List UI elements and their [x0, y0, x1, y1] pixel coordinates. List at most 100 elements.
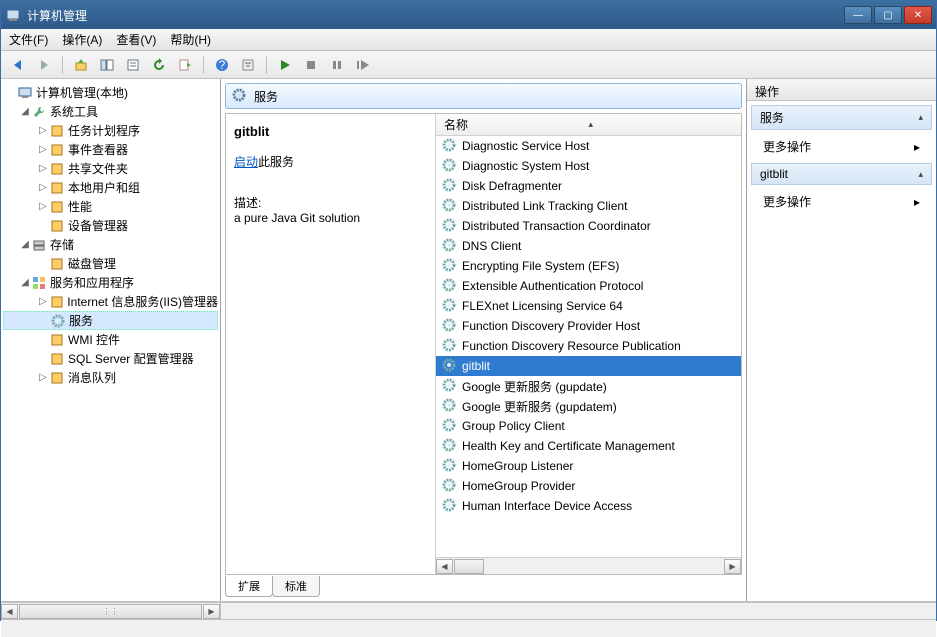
- scroll-left-button[interactable]: ◀: [436, 559, 453, 574]
- item-icon: [49, 218, 65, 234]
- scroll-right-button[interactable]: ▶: [724, 559, 741, 574]
- service-row[interactable]: DNS Client: [436, 236, 741, 256]
- service-row[interactable]: Diagnostic System Host: [436, 156, 741, 176]
- filter-button[interactable]: [237, 54, 259, 76]
- scroll-right-button[interactable]: ▶: [203, 604, 220, 619]
- service-start-button[interactable]: [274, 54, 296, 76]
- nav-forward-button[interactable]: [33, 54, 55, 76]
- service-row[interactable]: Disk Defragmenter: [436, 176, 741, 196]
- horizontal-scrollbar[interactable]: ◀ ▶: [436, 557, 741, 574]
- item-icon: [49, 332, 65, 348]
- service-row[interactable]: Distributed Link Tracking Client: [436, 196, 741, 216]
- service-row[interactable]: Function Discovery Resource Publication: [436, 336, 741, 356]
- chevron-right-icon: ▸: [914, 140, 920, 154]
- tree-item[interactable]: ▷共享文件夹: [3, 159, 218, 178]
- help-button[interactable]: ?: [211, 54, 233, 76]
- tree-item[interactable]: WMI 控件: [3, 330, 218, 349]
- service-row[interactable]: HomeGroup Listener: [436, 456, 741, 476]
- bottom-scroll-strip: ◀ ⋮⋮ ▶: [1, 602, 936, 619]
- toolbar: ?: [1, 51, 936, 79]
- service-row[interactable]: HomeGroup Provider: [436, 476, 741, 496]
- detail-panel: gitblit 启动此服务 描述: a pure Java Git soluti…: [226, 114, 436, 574]
- menu-file[interactable]: 文件(F): [9, 31, 48, 48]
- menu-help[interactable]: 帮助(H): [170, 31, 211, 48]
- item-icon: [49, 180, 65, 196]
- tree-horizontal-scrollbar[interactable]: ◀ ⋮⋮ ▶: [1, 603, 221, 619]
- tab-standard[interactable]: 标准: [272, 576, 320, 597]
- service-row[interactable]: Encrypting File System (EFS): [436, 256, 741, 276]
- actions-section-selected[interactable]: gitblit▴: [751, 163, 932, 185]
- menu-bar: 文件(F) 操作(A) 查看(V) 帮助(H): [1, 29, 936, 51]
- window-title: 计算机管理: [27, 7, 842, 24]
- service-icon: [442, 138, 458, 154]
- tree-item[interactable]: ▷性能: [3, 197, 218, 216]
- item-icon: [50, 313, 66, 329]
- service-icon: [442, 198, 458, 214]
- menu-action[interactable]: 操作(A): [62, 31, 102, 48]
- service-stop-button[interactable]: [300, 54, 322, 76]
- service-icon: [442, 238, 458, 254]
- item-icon: [49, 351, 65, 367]
- tree-item[interactable]: 磁盘管理: [3, 254, 218, 273]
- export-button[interactable]: [174, 54, 196, 76]
- service-icon: [442, 278, 458, 294]
- tree-root[interactable]: 计算机管理(本地): [3, 83, 218, 102]
- service-restart-button[interactable]: [352, 54, 374, 76]
- properties-button[interactable]: [122, 54, 144, 76]
- more-actions-services[interactable]: 更多操作▸: [747, 134, 936, 159]
- service-row[interactable]: Function Discovery Provider Host: [436, 316, 741, 336]
- tree-item[interactable]: ▷任务计划程序: [3, 121, 218, 140]
- item-icon: [49, 199, 65, 215]
- service-row[interactable]: Human Interface Device Access: [436, 496, 741, 516]
- service-row[interactable]: Health Key and Certificate Management: [436, 436, 741, 456]
- scroll-left-button[interactable]: ◀: [1, 604, 18, 619]
- chevron-right-icon: ▸: [914, 195, 920, 209]
- storage-icon: [31, 237, 47, 253]
- sort-asc-icon: ▴: [589, 119, 594, 130]
- item-icon: [49, 142, 65, 158]
- tree-item[interactable]: SQL Server 配置管理器: [3, 349, 218, 368]
- service-row[interactable]: Google 更新服务 (gupdate): [436, 376, 741, 396]
- tree-item[interactable]: 设备管理器: [3, 216, 218, 235]
- service-icon: [442, 318, 458, 334]
- service-row[interactable]: Extensible Authentication Protocol: [436, 276, 741, 296]
- service-row[interactable]: gitblit: [436, 356, 741, 376]
- menu-view[interactable]: 查看(V): [116, 31, 156, 48]
- start-service-link[interactable]: 启动: [234, 155, 258, 169]
- refresh-button[interactable]: [148, 54, 170, 76]
- service-row[interactable]: Google 更新服务 (gupdatem): [436, 396, 741, 416]
- tree-group-storage[interactable]: ◢存储: [3, 235, 218, 254]
- tree-item[interactable]: ▷事件查看器: [3, 140, 218, 159]
- minimize-button[interactable]: —: [844, 6, 872, 24]
- list-rows[interactable]: Diagnostic Service HostDiagnostic System…: [436, 136, 741, 557]
- service-row[interactable]: Group Policy Client: [436, 416, 741, 436]
- scroll-thumb[interactable]: ⋮⋮: [19, 604, 202, 619]
- tree-item[interactable]: ▷Internet 信息服务(IIS)管理器: [3, 292, 218, 311]
- tab-extended[interactable]: 扩展: [225, 576, 273, 597]
- tree-item[interactable]: ▷本地用户和组: [3, 178, 218, 197]
- service-icon: [442, 258, 458, 274]
- center-title: 服务: [254, 88, 278, 105]
- tree-group-services-apps[interactable]: ◢服务和应用程序: [3, 273, 218, 292]
- nav-back-button[interactable]: [7, 54, 29, 76]
- service-icon: [442, 398, 458, 414]
- column-header-name[interactable]: 名称 ▴: [436, 114, 741, 136]
- maximize-button[interactable]: ▢: [874, 6, 902, 24]
- svg-text:?: ?: [219, 58, 226, 72]
- tree-item[interactable]: 服务: [3, 311, 218, 330]
- close-button[interactable]: ✕: [904, 6, 932, 24]
- show-hide-tree-button[interactable]: [96, 54, 118, 76]
- actions-section-services[interactable]: 服务▴: [751, 105, 932, 130]
- service-row[interactable]: FLEXnet Licensing Service 64: [436, 296, 741, 316]
- service-pause-button[interactable]: [326, 54, 348, 76]
- tree-group-system-tools[interactable]: ◢系统工具: [3, 102, 218, 121]
- tree-pane: 计算机管理(本地) ◢系统工具 ▷任务计划程序▷事件查看器▷共享文件夹▷本地用户…: [1, 79, 221, 601]
- more-actions-selected[interactable]: 更多操作▸: [747, 189, 936, 214]
- service-row[interactable]: Distributed Transaction Coordinator: [436, 216, 741, 236]
- service-icon: [442, 218, 458, 234]
- up-button[interactable]: [70, 54, 92, 76]
- scroll-thumb[interactable]: [454, 559, 484, 574]
- tree-item[interactable]: ▷消息队列: [3, 368, 218, 387]
- service-row[interactable]: Diagnostic Service Host: [436, 136, 741, 156]
- actions-header: 操作: [747, 79, 936, 101]
